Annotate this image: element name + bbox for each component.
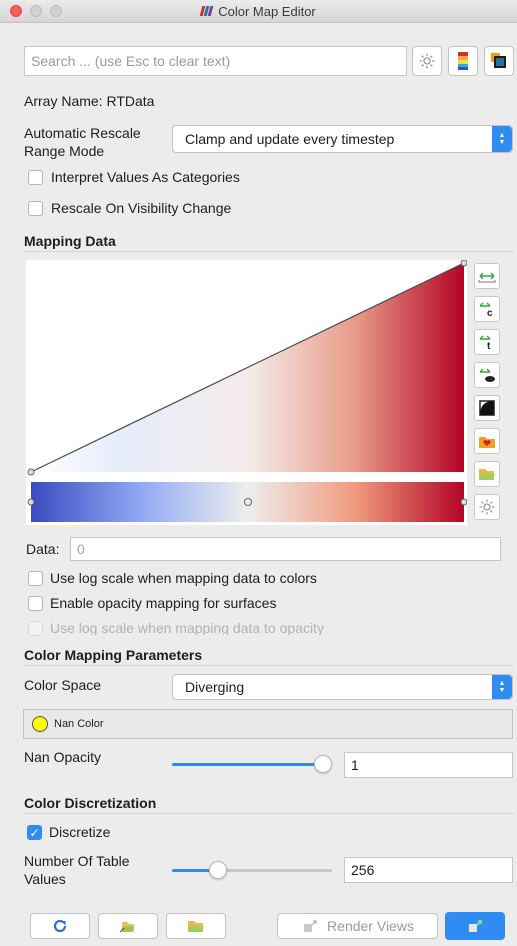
color-control-point[interactable] (27, 498, 35, 506)
array-name-label: Array Name: RTData (24, 93, 155, 109)
data-value-placeholder: 0 (77, 541, 85, 557)
folder-open-icon (479, 469, 495, 480)
opacity-mapping-label: Enable opacity mapping for surfaces (50, 595, 277, 611)
slider-thumb[interactable] (314, 755, 332, 773)
discretize-label: Discretize (49, 824, 111, 840)
folder-heart-icon (479, 437, 495, 448)
minimize-window-button[interactable] (30, 5, 42, 17)
nan-color-button[interactable]: Nan Color (23, 709, 513, 739)
mapping-settings-button[interactable] (474, 494, 500, 520)
log-scale-colors-checkbox[interactable] (28, 571, 43, 586)
reset-button[interactable] (30, 913, 90, 939)
save-preset-button[interactable] (474, 461, 500, 487)
rescale-range-icon (478, 272, 496, 283)
table-values-value: 256 (351, 862, 375, 878)
opacity-control-point[interactable] (460, 259, 468, 267)
nan-opacity-input[interactable]: 1 (344, 752, 513, 778)
colormap-preset-button[interactable] (448, 46, 478, 76)
window-title: Color Map Editor (218, 3, 316, 19)
colorbar-icon (458, 52, 468, 70)
opacity-control-point[interactable] (27, 468, 35, 476)
title-bar: Color Map Editor (0, 0, 517, 23)
temporal-range-icon: t (479, 335, 491, 350)
interpret-categories-checkbox[interactable] (28, 170, 43, 185)
gear-icon (419, 53, 435, 69)
data-value-input[interactable]: 0 (70, 537, 501, 561)
color-mapping-heading: Color Mapping Parameters (24, 647, 203, 663)
interpret-categories-label: Interpret Values As Categories (51, 169, 240, 185)
favorites-icon (491, 53, 506, 68)
zoom-window-button[interactable] (50, 5, 62, 17)
slider-thumb[interactable] (208, 861, 227, 879)
rescale-custom-range-button[interactable]: c (474, 296, 500, 322)
visible-range-icon (479, 368, 495, 382)
slider-fill (172, 763, 323, 766)
save-defaults-button[interactable] (166, 913, 226, 939)
render-icon (469, 920, 482, 932)
log-scale-opacity-checkbox (28, 621, 43, 636)
render-views-label: Render Views (327, 918, 414, 934)
rescale-mode-label: Automatic Rescale Range Mode (24, 125, 141, 159)
restore-defaults-button[interactable] (98, 913, 158, 939)
table-values-label: Number Of Table Values (24, 853, 130, 887)
rescale-mode-select[interactable]: Clamp and update every timestep ▲ ▼ (172, 125, 513, 153)
color-space-label: Color Space (24, 677, 102, 693)
render-views-button[interactable]: Render Views (277, 913, 438, 939)
section-divider (24, 665, 513, 666)
search-placeholder: Search ... (use Esc to clear text) (31, 53, 231, 69)
rescale-visible-range-button[interactable] (474, 362, 500, 388)
nan-color-swatch (32, 716, 48, 732)
section-divider (24, 813, 513, 814)
color-space-select[interactable]: Diverging ▲ ▼ (172, 674, 513, 700)
nan-opacity-slider[interactable] (172, 755, 332, 777)
rescale-visibility-label: Rescale On Visibility Change (51, 200, 232, 216)
nan-opacity-value: 1 (351, 757, 359, 773)
color-control-point[interactable] (244, 498, 252, 506)
rescale-visibility-checkbox[interactable] (28, 201, 43, 216)
log-scale-colors-label: Use log scale when mapping data to color… (50, 570, 317, 586)
refresh-icon (53, 919, 67, 933)
custom-range-icon: c (479, 302, 493, 317)
mapping-data-heading: Mapping Data (24, 233, 116, 249)
choose-preset-button[interactable] (474, 428, 500, 454)
color-space-value: Diverging (185, 679, 245, 695)
nan-opacity-label: Nan Opacity (24, 749, 102, 765)
apply-render-button[interactable] (445, 912, 505, 940)
section-divider (24, 251, 513, 252)
rescale-temporal-range-button[interactable]: t (474, 329, 500, 355)
paraview-app-icon (199, 6, 214, 16)
transfer-function-editor[interactable] (26, 259, 468, 525)
advanced-settings-button[interactable] (412, 46, 442, 76)
render-views-icon (304, 920, 317, 932)
folder-open-icon (188, 921, 204, 932)
svg-text:t: t (487, 341, 491, 350)
gear-icon (479, 499, 495, 515)
color-discretization-heading: Color Discretization (24, 795, 157, 811)
color-control-point[interactable] (460, 498, 468, 506)
wand-folder-icon (119, 922, 134, 933)
nan-color-label: Nan Color (54, 718, 104, 730)
color-legend-icon (479, 400, 495, 416)
search-input[interactable]: Search ... (use Esc to clear text) (24, 46, 407, 76)
chevron-updown-icon: ▲ ▼ (492, 126, 512, 152)
opacity-mapping-checkbox[interactable] (28, 596, 43, 611)
chevron-updown-icon: ▲ ▼ (492, 675, 512, 699)
favorites-button[interactable] (484, 46, 514, 76)
svg-text:c: c (487, 308, 493, 317)
table-values-input[interactable]: 256 (344, 857, 513, 883)
edit-color-legend-button[interactable] (474, 395, 500, 421)
discretize-checkbox[interactable]: ✓ (27, 825, 42, 840)
close-window-button[interactable] (10, 5, 22, 17)
log-scale-opacity-label: Use log scale when mapping data to opaci… (50, 620, 324, 635)
rescale-mode-value: Clamp and update every timestep (185, 131, 395, 147)
rescale-to-data-range-button[interactable] (474, 263, 500, 289)
table-values-slider[interactable] (172, 861, 332, 883)
data-label: Data: (26, 541, 60, 557)
